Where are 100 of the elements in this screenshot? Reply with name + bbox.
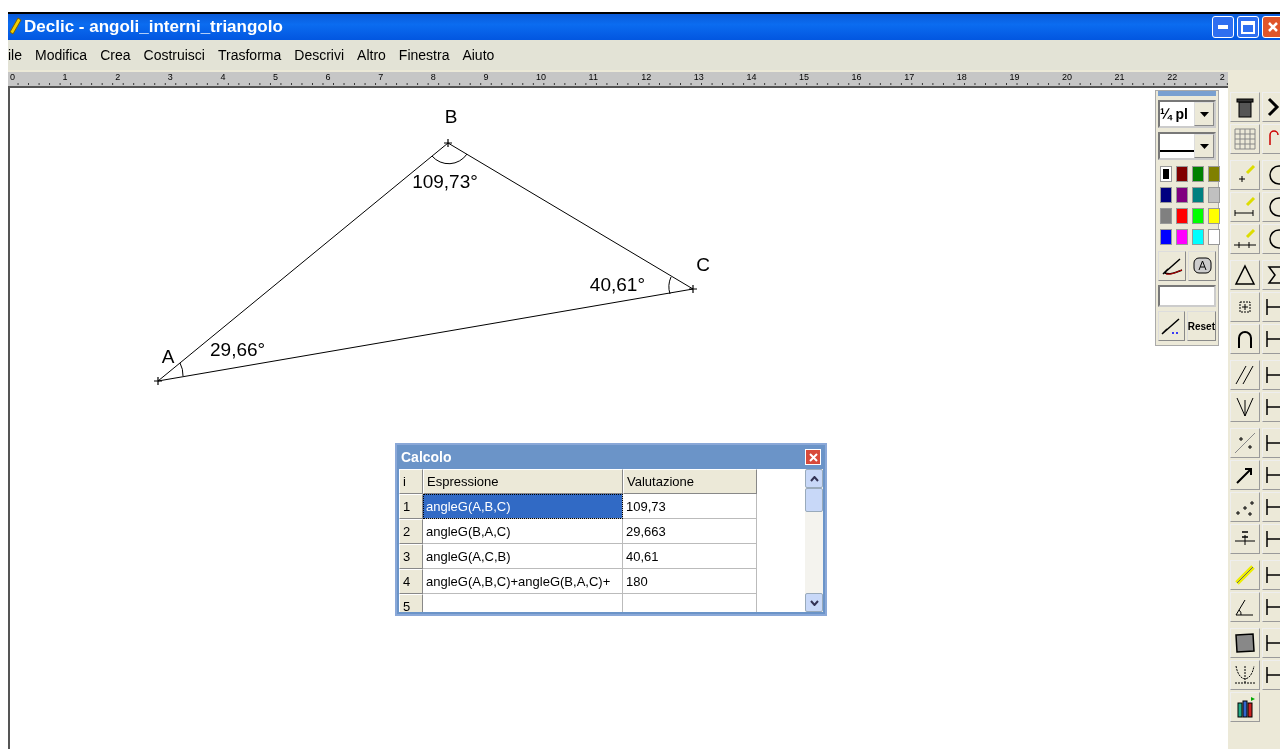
ruler-number: 11	[588, 72, 598, 83]
text-field[interactable]	[1158, 285, 1216, 307]
menu-item[interactable]: Aiuto	[462, 47, 495, 63]
framed-letter-icon	[1191, 256, 1213, 276]
column-header[interactable]: Valutazione	[623, 469, 757, 494]
ruler-number: 9	[483, 72, 489, 83]
row-header[interactable]: 1	[399, 494, 423, 519]
color-swatch[interactable]	[1192, 208, 1204, 224]
ruler-number: 21	[1114, 72, 1125, 83]
tool-button[interactable]	[1230, 324, 1260, 354]
minimize-button[interactable]	[1212, 16, 1234, 38]
row-header[interactable]: 3	[399, 544, 423, 569]
tool-button[interactable]	[1230, 360, 1260, 390]
line-style-dropdown[interactable]	[1158, 132, 1216, 160]
tool-button[interactable]	[1230, 524, 1260, 554]
column-header[interactable]: i	[399, 469, 423, 494]
table-cell[interactable]: angleG(A,B,C)	[423, 494, 623, 519]
brush-button[interactable]	[1158, 311, 1185, 341]
table-cell[interactable]: 29,663	[623, 519, 757, 544]
menu-item[interactable]: ile	[8, 47, 22, 63]
ruler-icon	[1233, 563, 1257, 587]
table-cell[interactable]: 40,61	[623, 544, 757, 569]
angle-arc	[431, 153, 468, 165]
table-cell[interactable]: angleG(B,A,C)	[423, 519, 623, 544]
point-cross[interactable]	[688, 284, 698, 294]
table-cell[interactable]: angleG(A,C,B)	[423, 544, 623, 569]
reset-button[interactable]: Reset	[1186, 311, 1216, 341]
angle-label: 29,66°	[210, 339, 266, 360]
color-swatch[interactable]	[1208, 208, 1220, 224]
ruler-number: 22	[1167, 72, 1178, 83]
table-cell[interactable]: 180	[623, 569, 757, 594]
color-swatch[interactable]	[1176, 166, 1188, 182]
menu-item[interactable]: Trasforma	[218, 47, 282, 63]
color-swatch[interactable]	[1160, 229, 1172, 245]
ruler-number: 1	[62, 72, 68, 83]
scrollbar[interactable]	[805, 469, 823, 612]
point-cross[interactable]	[153, 376, 163, 386]
label-button[interactable]	[1188, 251, 1216, 281]
window-title: Declic - angoli_interni_triangolo	[24, 17, 284, 37]
color-swatch[interactable]	[1208, 166, 1220, 182]
menu-item[interactable]: Finestra	[398, 47, 450, 63]
brush-icon	[1160, 256, 1184, 276]
ruler-number: 16	[851, 72, 862, 83]
ruler-number: 12	[641, 72, 652, 83]
ruler-number: 19	[1009, 72, 1020, 83]
color-swatch[interactable]	[1208, 187, 1220, 203]
color-swatch[interactable]	[1176, 187, 1188, 203]
row-header[interactable]: 5	[399, 594, 423, 612]
scrollbar-thumb[interactable]	[805, 488, 823, 512]
ruler-number: 2	[1219, 72, 1225, 83]
maximize-button[interactable]	[1237, 16, 1259, 38]
row-header[interactable]: 4	[399, 569, 423, 594]
menu-item[interactable]: Crea	[100, 47, 131, 63]
point-cross[interactable]	[443, 138, 453, 148]
tool-button[interactable]	[1230, 628, 1260, 658]
color-swatch[interactable]	[1192, 229, 1204, 245]
parabola-icon	[1233, 663, 1257, 687]
segment-icon	[1233, 195, 1257, 219]
color-swatch[interactable]	[1192, 166, 1204, 182]
angle-label: 40,61°	[589, 274, 645, 295]
tool-button[interactable]	[1230, 692, 1260, 722]
point-label: B	[444, 106, 458, 127]
ruler-number: 3	[167, 72, 173, 83]
thickness-dropdown[interactable]: ¼ pl	[1158, 100, 1216, 128]
color-swatch[interactable]	[1192, 187, 1204, 203]
tool-button[interactable]	[1230, 460, 1260, 490]
color-swatch[interactable]	[1208, 229, 1220, 245]
menu-item[interactable]: Descrivi	[294, 47, 345, 63]
tool-button[interactable]	[1230, 392, 1260, 422]
tool-button[interactable]	[1230, 92, 1260, 122]
menu-item[interactable]: Costruisci	[143, 47, 205, 63]
menu-item[interactable]: Modifica	[35, 47, 88, 63]
ruler-number: 17	[904, 72, 915, 83]
menu-item[interactable]: Altro	[357, 47, 386, 63]
ruler-number: 15	[799, 72, 809, 83]
color-swatch[interactable]	[1176, 229, 1188, 245]
grid-icon	[1233, 127, 1257, 151]
point-label: A	[161, 346, 175, 367]
maximize-icon	[1241, 20, 1255, 34]
minimize-icon	[1218, 25, 1228, 29]
table-cell[interactable]: 109,73	[623, 494, 757, 519]
close-button[interactable]	[805, 449, 821, 465]
ruler-number: 7	[378, 72, 384, 83]
line-style-icon	[1160, 150, 1194, 152]
tool-button[interactable]	[1230, 260, 1260, 290]
ruler-number: 20	[1062, 72, 1072, 83]
color-swatch[interactable]	[1160, 166, 1172, 182]
color-swatch[interactable]	[1160, 208, 1172, 224]
polygon-icon	[1233, 631, 1257, 655]
ruler-number: 0	[10, 72, 15, 83]
close-button[interactable]	[1262, 16, 1280, 38]
caret-icon	[1199, 143, 1209, 149]
brush-button[interactable]	[1158, 251, 1186, 281]
column-header[interactable]: Espressione	[423, 469, 623, 494]
ruler-number: 2	[115, 72, 121, 83]
color-swatch[interactable]	[1160, 187, 1172, 203]
window-title: Calcolo	[401, 449, 452, 465]
row-header[interactable]: 2	[399, 519, 423, 544]
color-swatch[interactable]	[1176, 208, 1188, 224]
table-cell[interactable]: angleG(A,B,C)+angleG(B,A,C)+	[423, 569, 623, 594]
